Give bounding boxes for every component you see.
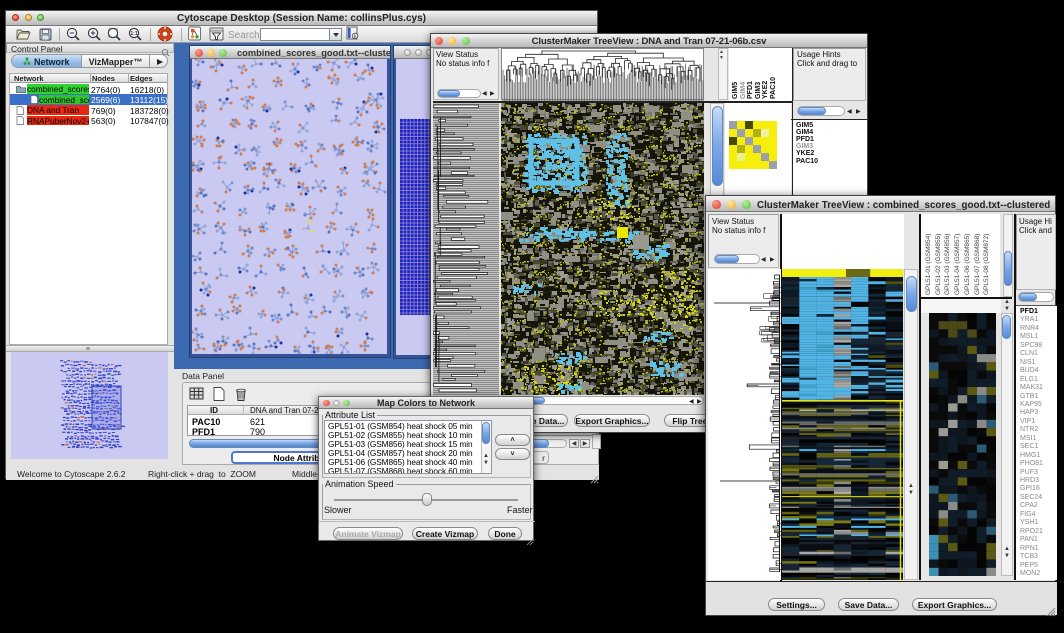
svg-text:1:1: 1:1 (130, 31, 137, 37)
